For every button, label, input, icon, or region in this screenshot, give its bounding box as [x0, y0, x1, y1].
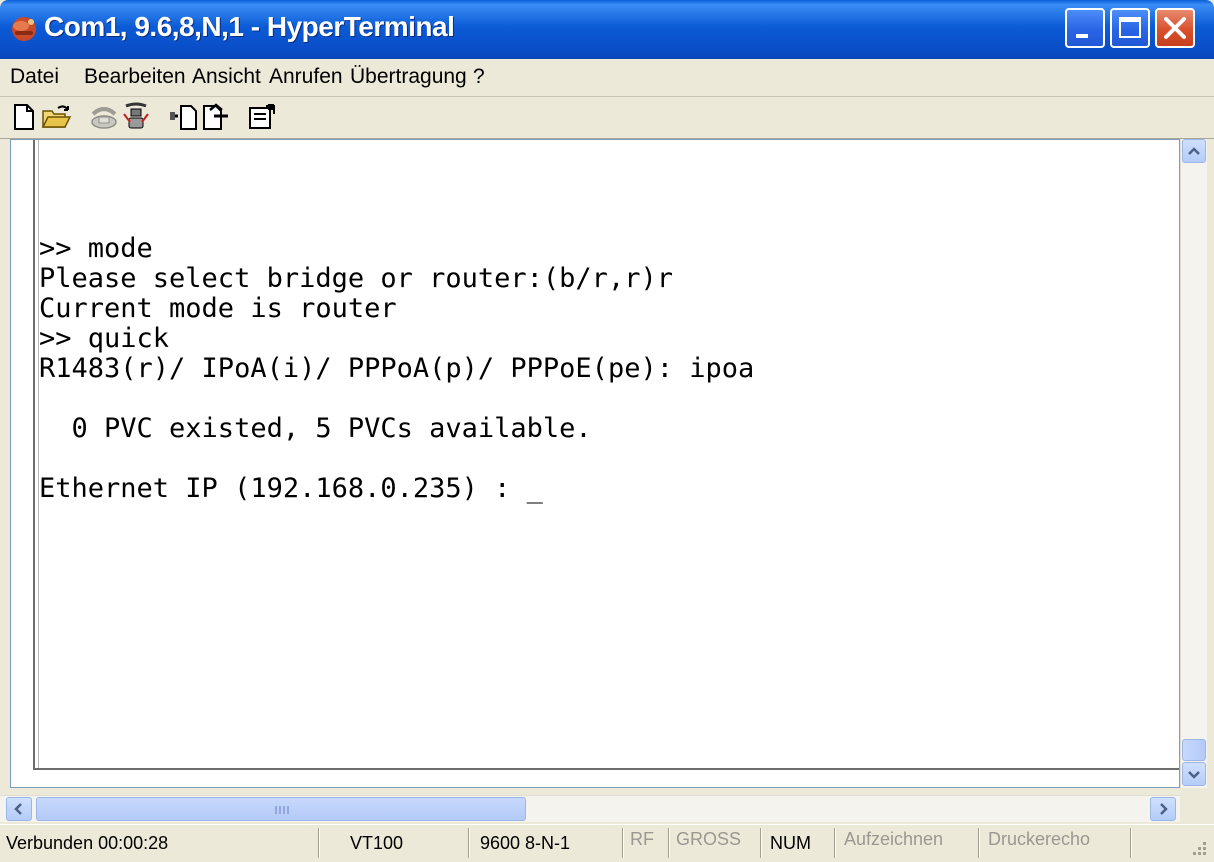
open-folder-icon[interactable]: [40, 102, 72, 132]
status-port-settings: 9600 8-N-1: [480, 833, 571, 853]
new-document-icon[interactable]: [8, 102, 40, 132]
scroll-down-button[interactable]: [1182, 762, 1206, 786]
menu-datei[interactable]: Datei: [10, 65, 59, 89]
hyperterminal-app-icon[interactable]: [9, 13, 39, 43]
properties-icon[interactable]: [246, 102, 278, 132]
vertical-scrollbar[interactable]: [1180, 139, 1207, 788]
receive-file-icon[interactable]: [200, 102, 232, 132]
toolbar: [0, 97, 1214, 139]
maximize-icon: [1119, 17, 1141, 38]
close-button[interactable]: [1155, 8, 1195, 48]
terminal-line: Please select bridge or router:(b/r,r)r: [39, 263, 673, 294]
hyperterminal-window: Com1, 9.6,8,N,1 - HyperTerminal Datei Be…: [0, 0, 1214, 862]
window-title: Com1, 9.6,8,N,1 - HyperTerminal: [44, 11, 455, 42]
terminal-line: 0 PVC existed, 5 PVCs available.: [39, 413, 592, 444]
disconnect-icon[interactable]: [120, 102, 152, 132]
status-separator: [834, 828, 836, 858]
menu-anrufen[interactable]: Anrufen: [269, 65, 343, 89]
terminal-bottom-border: [33, 768, 1179, 770]
chevron-right-icon: [1160, 803, 1168, 815]
minimize-icon: [1076, 34, 1088, 38]
status-caps-lock: GROSS: [676, 829, 742, 849]
status-print-echo: Druckerecho: [988, 829, 1091, 849]
terminal-prompt-line: Ethernet IP (192.168.0.235) : _: [39, 473, 543, 504]
status-rf: RF: [630, 829, 654, 849]
title-bar[interactable]: Com1, 9.6,8,N,1 - HyperTerminal: [0, 0, 1214, 59]
terminal-line: >> mode: [39, 233, 153, 264]
horizontal-scrollbar[interactable]: [0, 795, 1180, 822]
terminal-line: Current mode is router: [39, 293, 397, 324]
menu-ansicht[interactable]: Ansicht: [192, 65, 261, 89]
status-num-lock: NUM: [770, 833, 811, 853]
minimize-button[interactable]: [1065, 8, 1105, 48]
chevron-down-icon: [1188, 771, 1200, 779]
scroll-left-button[interactable]: [6, 797, 32, 821]
status-separator: [318, 828, 320, 858]
menu-uebertragung[interactable]: Übertragung: [350, 65, 467, 89]
menu-bar: Datei Bearbeiten Ansicht Anrufen Übertra…: [0, 59, 1214, 97]
resize-grip-icon[interactable]: [1188, 837, 1208, 857]
status-capture: Aufzeichnen: [844, 829, 944, 849]
status-emulation: VT100: [350, 833, 404, 853]
terminal-line: >> quick: [39, 323, 170, 354]
scroll-right-button[interactable]: [1150, 797, 1176, 821]
close-icon: [1164, 17, 1186, 39]
status-connected-time: Verbunden 00:00:28: [6, 833, 169, 853]
menu-help[interactable]: ?: [473, 65, 485, 89]
status-separator: [1130, 828, 1132, 858]
status-bar: Verbunden 00:00:28 VT100 9600 8-N-1 RF G…: [0, 824, 1214, 862]
scroll-thumb-grip: [275, 806, 289, 814]
status-separator: [760, 828, 762, 858]
chevron-up-icon: [1188, 147, 1200, 155]
status-separator: [468, 828, 470, 858]
scroll-up-button[interactable]: [1182, 139, 1206, 163]
terminal-screen[interactable]: >> mode Please select bridge or router:(…: [10, 139, 1180, 788]
maximize-button[interactable]: [1110, 8, 1150, 48]
status-separator: [978, 828, 980, 858]
chevron-left-icon: [14, 803, 22, 815]
horizontal-scroll-thumb[interactable]: [36, 797, 526, 821]
menu-bearbeiten[interactable]: Bearbeiten: [84, 65, 186, 89]
send-file-icon[interactable]: [168, 102, 200, 132]
terminal-line: R1483(r)/ IPoA(i)/ PPPoA(p)/ PPPoE(pe): …: [39, 353, 755, 384]
vertical-scroll-thumb[interactable]: [1182, 739, 1206, 761]
connect-phone-icon[interactable]: [88, 102, 120, 132]
terminal-output: >> mode Please select bridge or router:(…: [39, 234, 754, 504]
